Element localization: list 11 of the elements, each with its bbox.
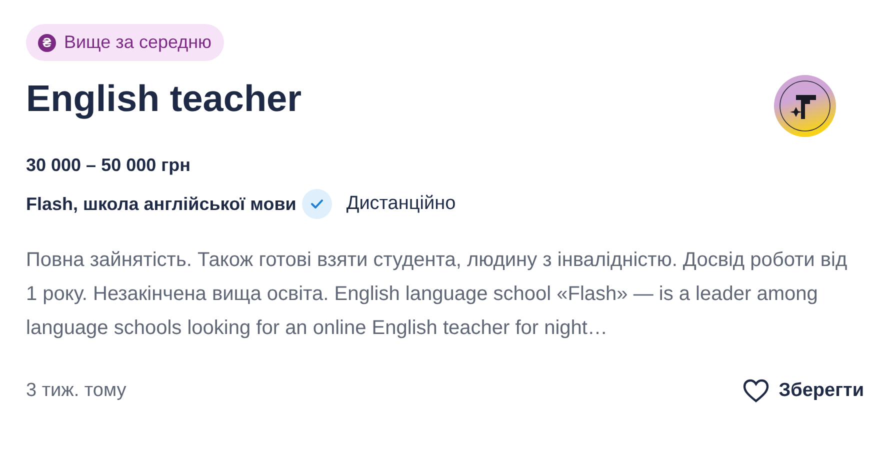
company-logo (774, 75, 836, 137)
heart-icon (742, 379, 769, 404)
salary-range: 30 000 – 50 000 грн (26, 154, 192, 177)
posted-time: 3 тиж. тому (26, 379, 126, 403)
job-description: Повна зайнятість. Також готові взяти студента, людину з інвалідністю. Досвід роботи від 1 року. Незакінчена вища освіта. English language school «Flash» — is a leader among language schools looking for an online English teacher for night… (26, 248, 848, 341)
save-button[interactable]: Зберегти (742, 377, 864, 406)
job-title[interactable]: English teacher (26, 77, 302, 122)
work-mode: Дистанційно (346, 192, 456, 216)
salary-badge: ₴ Вище за середню (26, 24, 224, 61)
company-name[interactable]: Flash, школа англійської мови (26, 190, 296, 218)
hryvnia-icon: ₴ (38, 34, 56, 52)
